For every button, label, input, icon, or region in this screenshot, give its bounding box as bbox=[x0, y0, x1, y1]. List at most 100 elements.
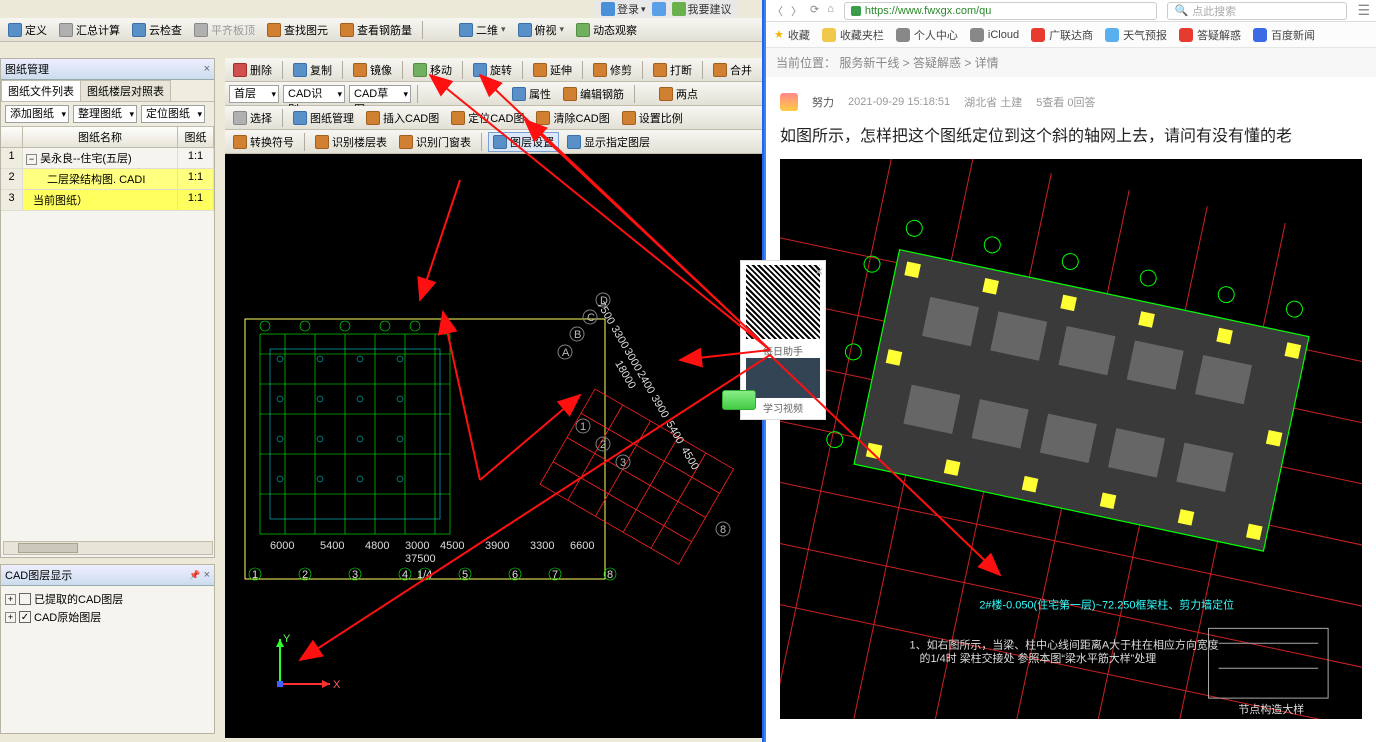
bookmark-glodon[interactable]: 广联达商 bbox=[1031, 27, 1093, 43]
extend-button[interactable]: 延伸 bbox=[529, 61, 576, 79]
svg-text:X: X bbox=[333, 679, 341, 691]
mirror-button[interactable]: 镜像 bbox=[349, 61, 396, 79]
drawing-mgr-button[interactable]: 图纸管理 bbox=[289, 109, 358, 127]
rotate-button[interactable]: 旋转 bbox=[469, 61, 516, 79]
slab-icon bbox=[194, 23, 208, 37]
expand-icon[interactable]: + bbox=[5, 612, 16, 623]
svg-text:7500: 7500 bbox=[594, 300, 617, 327]
tree-item[interactable]: + ✓ CAD原始图层 bbox=[5, 608, 210, 626]
suggest-link[interactable]: 我要建议 bbox=[672, 1, 732, 17]
collapse-icon[interactable]: − bbox=[26, 154, 37, 165]
table-row[interactable]: 1 − 吴永良--住宅(五层) 1:1 bbox=[1, 148, 214, 169]
rotate-icon bbox=[473, 63, 487, 77]
tab-file-list[interactable]: 图纸文件列表 bbox=[1, 80, 81, 101]
set-scale-icon bbox=[622, 111, 636, 125]
convert-symbol-icon bbox=[233, 135, 247, 149]
search-box[interactable]: 🔍 点此搜索 bbox=[1167, 2, 1347, 20]
toolbar-recognize: 转换符号 识别楼层表 识别门窗表 图层设置 显示指定图层 bbox=[225, 130, 762, 154]
top-system-bar: 登录 ▾ 我要建议 bbox=[595, 0, 738, 18]
clear-cad-button[interactable]: 清除CAD图 bbox=[532, 109, 613, 127]
home-button[interactable]: ⌂ bbox=[827, 3, 834, 19]
cad-recognize-select[interactable]: CAD识别 bbox=[283, 85, 345, 103]
checkbox[interactable] bbox=[19, 593, 31, 605]
forward-button[interactable]: 〉 bbox=[791, 3, 802, 19]
flat-slab-button[interactable]: 平齐板顶 bbox=[190, 21, 259, 39]
trim-button[interactable]: 修剪 bbox=[589, 61, 636, 79]
tidy-drawing-button[interactable]: 整理图纸 bbox=[73, 105, 137, 123]
add-drawing-button[interactable]: 添加图纸 bbox=[5, 105, 69, 123]
cad-viewport[interactable]: A B C D 1 2 3 8 1 2 3 bbox=[225, 154, 762, 738]
drawings-tabs: 图纸文件列表 图纸楼层对照表 bbox=[1, 80, 214, 102]
view-2d-button[interactable]: 二维▾ bbox=[455, 21, 510, 39]
copy-button[interactable]: 复制 bbox=[289, 61, 336, 79]
svg-text:的1/4时 梁柱交接处 参照本图“梁水平筋大样”处理: 的1/4时 梁柱交接处 参照本图“梁水平筋大样”处理 bbox=[920, 651, 1157, 665]
login-link[interactable]: 登录 ▾ bbox=[601, 1, 646, 17]
back-button[interactable]: 〈 bbox=[772, 3, 783, 19]
search-placeholder: 点此搜索 bbox=[1192, 3, 1236, 19]
sum-calc-button[interactable]: 汇总计算 bbox=[55, 21, 124, 39]
expand-icon[interactable]: + bbox=[5, 594, 16, 605]
close-icon[interactable]: × bbox=[204, 569, 210, 581]
bookmark-qa[interactable]: 答疑解惑 bbox=[1179, 27, 1241, 43]
cloud-icon bbox=[132, 23, 146, 37]
svg-text:A: A bbox=[562, 347, 570, 359]
bookmark-fav[interactable]: ★收藏 bbox=[774, 27, 810, 43]
magnifier-icon: 🔍 bbox=[1174, 4, 1188, 17]
bookmark-icloud[interactable]: iCloud bbox=[970, 28, 1019, 42]
bookmark-bar-folder[interactable]: 收藏夹栏 bbox=[822, 27, 884, 43]
close-icon[interactable]: × bbox=[204, 63, 210, 75]
close-icon[interactable]: × bbox=[815, 263, 823, 279]
toolbar-model: 首层 CAD识别 CAD草图 属性 编辑钢筋 两点 bbox=[225, 82, 762, 106]
locate-drawing-button[interactable]: 定位图纸 bbox=[141, 105, 205, 123]
bell-icon[interactable] bbox=[652, 2, 666, 16]
dynamic-orbit-button[interactable]: 动态观察 bbox=[572, 21, 641, 39]
video-thumb[interactable] bbox=[746, 358, 820, 398]
show-layer-button[interactable]: 显示指定图层 bbox=[563, 133, 654, 151]
svg-text:3900: 3900 bbox=[648, 393, 671, 420]
view-top-button[interactable]: 俯视▾ bbox=[514, 21, 569, 39]
cloud-check-button[interactable]: 云检查 bbox=[128, 21, 186, 39]
menu-icon[interactable]: ☰ bbox=[1357, 2, 1370, 19]
svg-text:8: 8 bbox=[720, 524, 726, 536]
rebar-view-button[interactable]: 查看钢筋量 bbox=[336, 21, 416, 39]
floor-select[interactable]: 首层 bbox=[229, 85, 279, 103]
delete-button[interactable]: 删除 bbox=[229, 61, 276, 79]
baidu-icon bbox=[1253, 28, 1267, 42]
break-button[interactable]: 打断 bbox=[649, 61, 696, 79]
address-bar[interactable]: https://www.fwxgx.com/qu bbox=[844, 2, 1158, 20]
define-button[interactable]: 定义 bbox=[4, 21, 51, 39]
post-title: 如图所示，怎样把这个图纸定位到这个斜的轴网上去，请问有没有懂的老 bbox=[780, 125, 1362, 159]
edit-rebar-button[interactable]: 编辑钢筋 bbox=[559, 85, 628, 103]
property-button[interactable]: 属性 bbox=[508, 85, 555, 103]
table-row[interactable]: 3 当前图纸） 1:1 bbox=[1, 190, 214, 211]
layer-tree: + 已提取的CAD图层 + ✓ CAD原始图层 bbox=[1, 586, 214, 630]
svg-text:5400: 5400 bbox=[663, 419, 686, 446]
tree-item[interactable]: + 已提取的CAD图层 bbox=[5, 590, 210, 608]
svg-text:2: 2 bbox=[302, 569, 308, 581]
bookmark-personal[interactable]: 个人中心 bbox=[896, 27, 958, 43]
insert-cad-button[interactable]: 插入CAD图 bbox=[362, 109, 443, 127]
pin-icon[interactable]: 📌 bbox=[189, 570, 200, 580]
tab-floor-compare[interactable]: 图纸楼层对照表 bbox=[80, 80, 171, 101]
select-button[interactable]: 选择 bbox=[229, 109, 276, 127]
two-point-button[interactable]: 两点 bbox=[655, 85, 702, 103]
locate-cad-button[interactable]: 定位CAD图 bbox=[447, 109, 528, 127]
checkbox-checked[interactable]: ✓ bbox=[19, 611, 31, 623]
bookmark-baidu[interactable]: 百度新闻 bbox=[1253, 27, 1315, 43]
col-name: 图纸名称 bbox=[23, 127, 178, 147]
table-row[interactable]: 2 二层梁结构图. CADI 1:1 bbox=[1, 169, 214, 190]
find-entity-button[interactable]: 查找图元 bbox=[263, 21, 332, 39]
post-author: 努力 bbox=[812, 94, 834, 110]
scrollbar-horizontal[interactable] bbox=[3, 541, 213, 555]
move-button[interactable]: 移动 bbox=[409, 61, 456, 79]
bookmark-weather[interactable]: 天气预报 bbox=[1105, 27, 1167, 43]
recognize-floor-button[interactable]: 识别楼层表 bbox=[311, 133, 391, 151]
cad-sketch-select[interactable]: CAD草图 bbox=[349, 85, 411, 103]
layer-setting-button[interactable]: 图层设置 bbox=[488, 132, 559, 152]
set-scale-button[interactable]: 设置比例 bbox=[618, 109, 687, 127]
refresh-button[interactable]: ⟳ bbox=[810, 3, 819, 19]
convert-symbol-button[interactable]: 转换符号 bbox=[229, 133, 298, 151]
merge-button[interactable]: 合并 bbox=[709, 61, 756, 79]
panel-buttons: 📌 × bbox=[189, 569, 210, 581]
recognize-door-button[interactable]: 识别门窗表 bbox=[395, 133, 475, 151]
